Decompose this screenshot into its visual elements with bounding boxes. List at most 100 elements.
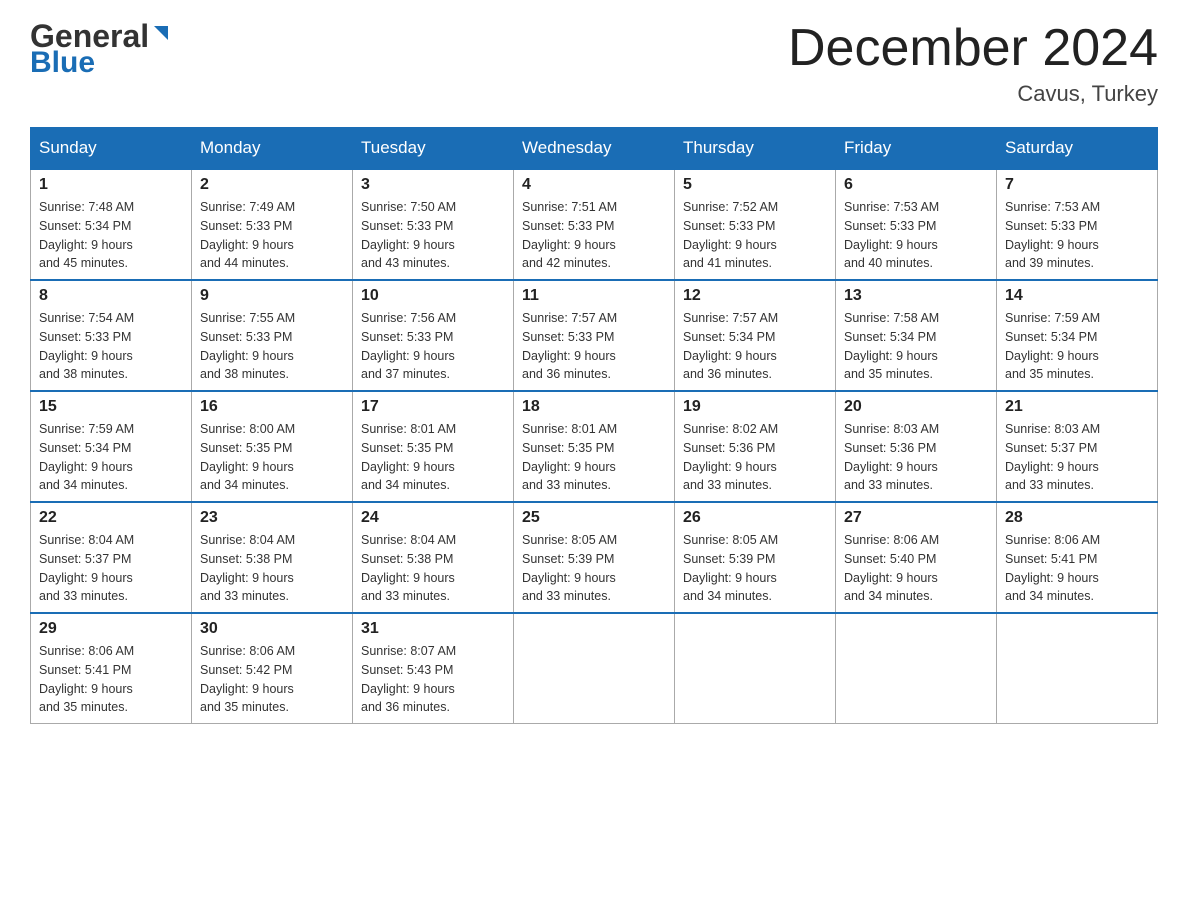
day-info: Sunrise: 7:50 AMSunset: 5:33 PMDaylight:… — [361, 198, 505, 273]
day-info: Sunrise: 7:54 AMSunset: 5:33 PMDaylight:… — [39, 309, 183, 384]
day-number: 4 — [522, 176, 666, 194]
day-number: 31 — [361, 620, 505, 638]
header-wednesday: Wednesday — [514, 128, 675, 170]
header-tuesday: Tuesday — [353, 128, 514, 170]
day-number: 16 — [200, 398, 344, 416]
header-saturday: Saturday — [997, 128, 1158, 170]
day-number: 20 — [844, 398, 988, 416]
calendar-body: 1 Sunrise: 7:48 AMSunset: 5:34 PMDaylight… — [31, 169, 1158, 724]
calendar-cell: 3 Sunrise: 7:50 AMSunset: 5:33 PMDaylight… — [353, 169, 514, 280]
day-number: 9 — [200, 287, 344, 305]
logo-triangle-icon — [150, 22, 172, 44]
header-monday: Monday — [192, 128, 353, 170]
day-info: Sunrise: 8:05 AMSunset: 5:39 PMDaylight:… — [522, 531, 666, 606]
day-info: Sunrise: 7:52 AMSunset: 5:33 PMDaylight:… — [683, 198, 827, 273]
calendar-cell: 28 Sunrise: 8:06 AMSunset: 5:41 PMDayligh… — [997, 502, 1158, 613]
week-row-4: 22 Sunrise: 8:04 AMSunset: 5:37 PMDayligh… — [31, 502, 1158, 613]
calendar-cell — [675, 613, 836, 724]
calendar-cell: 24Sunrise: 8:04 AMSunset: 5:38 PMDayligh… — [353, 502, 514, 613]
day-info: Sunrise: 7:56 AMSunset: 5:33 PMDaylight:… — [361, 309, 505, 384]
day-info: Sunrise: 7:59 AMSunset: 5:34 PMDaylight:… — [1005, 309, 1149, 384]
calendar-cell — [514, 613, 675, 724]
day-info: Sunrise: 8:07 AMSunset: 5:43 PMDaylight:… — [361, 642, 505, 717]
month-title: December 2024 — [788, 20, 1158, 77]
calendar-cell: 12 Sunrise: 7:57 AMSunset: 5:34 PMDayligh… — [675, 280, 836, 391]
day-info: Sunrise: 8:03 AMSunset: 5:37 PMDaylight:… — [1005, 420, 1149, 495]
day-number: 22 — [39, 509, 183, 527]
calendar-cell: 5Sunrise: 7:52 AMSunset: 5:33 PMDaylight… — [675, 169, 836, 280]
day-info: Sunrise: 7:57 AMSunset: 5:33 PMDaylight:… — [522, 309, 666, 384]
day-number: 30 — [200, 620, 344, 638]
calendar-cell: 19Sunrise: 8:02 AMSunset: 5:36 PMDayligh… — [675, 391, 836, 502]
day-number: 26 — [683, 509, 827, 527]
day-info: Sunrise: 7:57 AMSunset: 5:34 PMDaylight:… — [683, 309, 827, 384]
day-number: 12 — [683, 287, 827, 305]
day-number: 29 — [39, 620, 183, 638]
day-info: Sunrise: 8:06 AMSunset: 5:41 PMDaylight:… — [39, 642, 183, 717]
day-number: 8 — [39, 287, 183, 305]
calendar-cell: 1 Sunrise: 7:48 AMSunset: 5:34 PMDaylight… — [31, 169, 192, 280]
day-number: 23 — [200, 509, 344, 527]
day-info: Sunrise: 7:55 AMSunset: 5:33 PMDaylight:… — [200, 309, 344, 384]
title-section: December 2024 Cavus, Turkey — [788, 20, 1158, 107]
calendar-table: SundayMondayTuesdayWednesdayThursdayFrid… — [30, 127, 1158, 724]
calendar-cell: 20 Sunrise: 8:03 AMSunset: 5:36 PMDayligh… — [836, 391, 997, 502]
logo: General Blue — [30, 20, 172, 80]
day-number: 2 — [200, 176, 344, 194]
calendar-cell: 22 Sunrise: 8:04 AMSunset: 5:37 PMDayligh… — [31, 502, 192, 613]
day-info: Sunrise: 8:06 AMSunset: 5:42 PMDaylight:… — [200, 642, 344, 717]
day-info: Sunrise: 8:04 AMSunset: 5:38 PMDaylight:… — [361, 531, 505, 606]
calendar-cell: 17 Sunrise: 8:01 AMSunset: 5:35 PMDayligh… — [353, 391, 514, 502]
calendar-cell: 31 Sunrise: 8:07 AMSunset: 5:43 PMDayligh… — [353, 613, 514, 724]
calendar-cell: 27Sunrise: 8:06 AMSunset: 5:40 PMDayligh… — [836, 502, 997, 613]
week-row-2: 8 Sunrise: 7:54 AMSunset: 5:33 PMDaylight… — [31, 280, 1158, 391]
day-number: 21 — [1005, 398, 1149, 416]
day-info: Sunrise: 8:01 AMSunset: 5:35 PMDaylight:… — [522, 420, 666, 495]
day-number: 3 — [361, 176, 505, 194]
location: Cavus, Turkey — [788, 81, 1158, 107]
day-number: 28 — [1005, 509, 1149, 527]
day-number: 11 — [522, 287, 666, 305]
day-info: Sunrise: 8:04 AMSunset: 5:37 PMDaylight:… — [39, 531, 183, 606]
day-info: Sunrise: 7:59 AMSunset: 5:34 PMDaylight:… — [39, 420, 183, 495]
calendar-cell: 10Sunrise: 7:56 AMSunset: 5:33 PMDayligh… — [353, 280, 514, 391]
calendar-cell: 11 Sunrise: 7:57 AMSunset: 5:33 PMDayligh… — [514, 280, 675, 391]
day-number: 25 — [522, 509, 666, 527]
calendar-cell: 7 Sunrise: 7:53 AMSunset: 5:33 PMDaylight… — [997, 169, 1158, 280]
day-number: 14 — [1005, 287, 1149, 305]
day-info: Sunrise: 7:53 AMSunset: 5:33 PMDaylight:… — [844, 198, 988, 273]
calendar-cell: 18Sunrise: 8:01 AMSunset: 5:35 PMDayligh… — [514, 391, 675, 502]
day-info: Sunrise: 8:01 AMSunset: 5:35 PMDaylight:… — [361, 420, 505, 495]
day-info: Sunrise: 8:06 AMSunset: 5:41 PMDaylight:… — [1005, 531, 1149, 606]
page-header: General Blue December 2024 Cavus, Turkey — [30, 20, 1158, 107]
calendar-cell: 15 Sunrise: 7:59 AMSunset: 5:34 PMDayligh… — [31, 391, 192, 502]
day-info: Sunrise: 8:00 AMSunset: 5:35 PMDaylight:… — [200, 420, 344, 495]
calendar-cell: 30 Sunrise: 8:06 AMSunset: 5:42 PMDayligh… — [192, 613, 353, 724]
logo-blue-text: Blue — [30, 46, 95, 80]
day-number: 15 — [39, 398, 183, 416]
day-number: 6 — [844, 176, 988, 194]
calendar-cell: 8 Sunrise: 7:54 AMSunset: 5:33 PMDaylight… — [31, 280, 192, 391]
calendar-cell: 4 Sunrise: 7:51 AMSunset: 5:33 PMDaylight… — [514, 169, 675, 280]
day-info: Sunrise: 8:05 AMSunset: 5:39 PMDaylight:… — [683, 531, 827, 606]
day-info: Sunrise: 8:04 AMSunset: 5:38 PMDaylight:… — [200, 531, 344, 606]
day-info: Sunrise: 7:53 AMSunset: 5:33 PMDaylight:… — [1005, 198, 1149, 273]
day-number: 19 — [683, 398, 827, 416]
calendar-cell: 29 Sunrise: 8:06 AMSunset: 5:41 PMDayligh… — [31, 613, 192, 724]
day-number: 1 — [39, 176, 183, 194]
week-row-1: 1 Sunrise: 7:48 AMSunset: 5:34 PMDaylight… — [31, 169, 1158, 280]
day-info: Sunrise: 8:03 AMSunset: 5:36 PMDaylight:… — [844, 420, 988, 495]
calendar-cell: 14 Sunrise: 7:59 AMSunset: 5:34 PMDayligh… — [997, 280, 1158, 391]
day-info: Sunrise: 7:58 AMSunset: 5:34 PMDaylight:… — [844, 309, 988, 384]
header-row: SundayMondayTuesdayWednesdayThursdayFrid… — [31, 128, 1158, 170]
day-number: 7 — [1005, 176, 1149, 194]
calendar-cell: 23 Sunrise: 8:04 AMSunset: 5:38 PMDayligh… — [192, 502, 353, 613]
calendar-cell: 26 Sunrise: 8:05 AMSunset: 5:39 PMDayligh… — [675, 502, 836, 613]
day-info: Sunrise: 7:51 AMSunset: 5:33 PMDaylight:… — [522, 198, 666, 273]
day-info: Sunrise: 8:06 AMSunset: 5:40 PMDaylight:… — [844, 531, 988, 606]
calendar-cell: 2Sunrise: 7:49 AMSunset: 5:33 PMDaylight… — [192, 169, 353, 280]
calendar-cell — [836, 613, 997, 724]
day-number: 17 — [361, 398, 505, 416]
calendar-cell: 6 Sunrise: 7:53 AMSunset: 5:33 PMDaylight… — [836, 169, 997, 280]
day-info: Sunrise: 7:48 AMSunset: 5:34 PMDaylight:… — [39, 198, 183, 273]
